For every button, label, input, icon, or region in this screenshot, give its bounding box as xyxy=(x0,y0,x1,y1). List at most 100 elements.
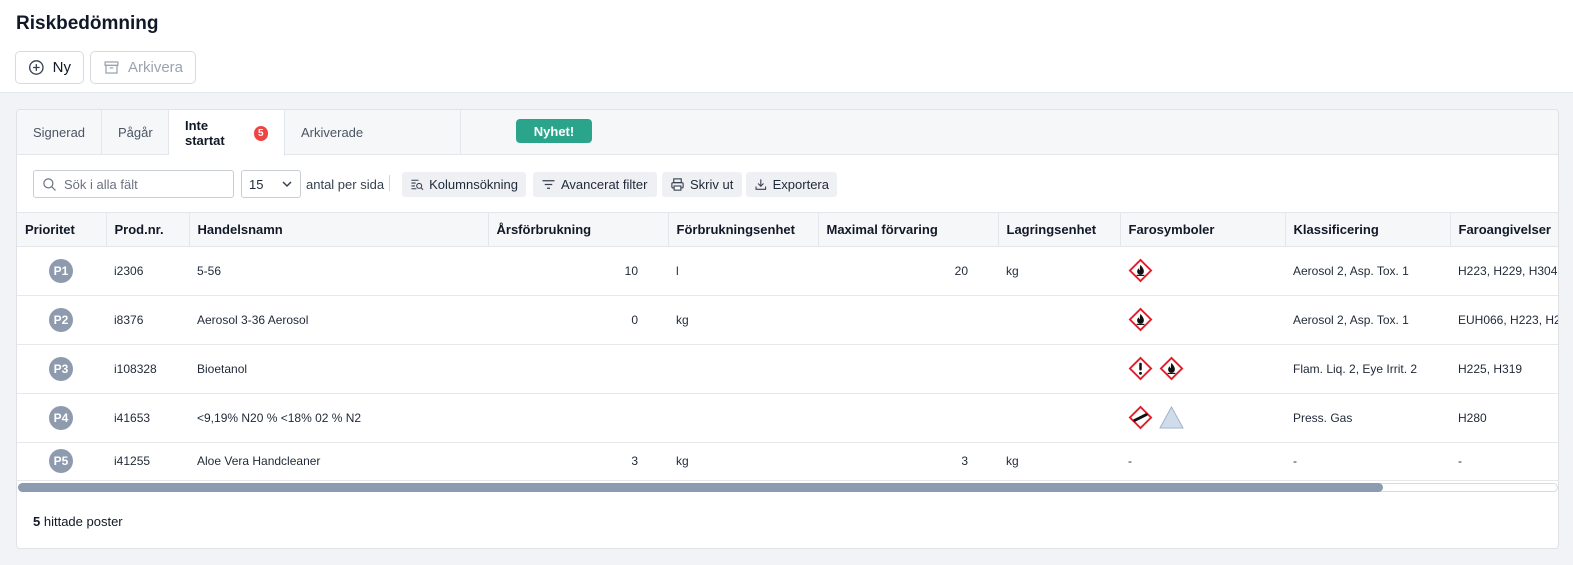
tab-inte-startat[interactable]: Inte startat 5 xyxy=(169,110,285,156)
annual-consumption: 3 xyxy=(631,454,638,469)
priority-badge: P5 xyxy=(49,449,73,474)
column-header[interactable]: Årsförbrukning xyxy=(488,213,669,247)
classification: Aerosol 2, Asp. Tox. 1 xyxy=(1285,295,1450,345)
scrollbar-thumb[interactable] xyxy=(18,483,1383,492)
max-storage xyxy=(818,393,998,443)
product-number: i108328 xyxy=(106,344,189,394)
hazard-statements: H223, H229, H304, xyxy=(1450,246,1558,296)
table-row[interactable]: P1 i2306 5-56 10 l 20 kg Aerosol 2, Asp.… xyxy=(17,246,1558,296)
archive-button[interactable]: Arkivera xyxy=(90,51,196,84)
column-header[interactable]: Klassificering xyxy=(1285,213,1451,247)
tab-arkiverade[interactable]: Arkiverade xyxy=(285,110,461,155)
product-number: i2306 xyxy=(106,246,189,296)
advanced-filter-button[interactable]: Avancerat filter xyxy=(533,172,657,197)
tab-label: Pågår xyxy=(118,125,153,140)
triangle-warning-icon xyxy=(1159,405,1185,429)
max-storage xyxy=(818,295,998,345)
search-input[interactable] xyxy=(64,176,224,192)
archive-button-label: Arkivera xyxy=(127,59,183,76)
column-header[interactable]: Prod.nr. xyxy=(106,213,190,247)
max-storage: 20 xyxy=(818,246,998,296)
chevron-down-icon xyxy=(282,181,292,188)
tab-label: Arkiverade xyxy=(301,125,364,140)
flame-hazard-icon xyxy=(1128,307,1153,332)
classification: - xyxy=(1293,454,1297,469)
storage-unit: kg xyxy=(1006,454,1019,469)
table-row[interactable]: P4 i41653 <9,19% N20 % <18% 02 % N2 Pres… xyxy=(17,393,1558,443)
consumption-unit: kg xyxy=(668,295,818,345)
column-header[interactable]: Farosymboler xyxy=(1120,213,1286,247)
exclamation-hazard-icon xyxy=(1128,356,1153,381)
results-label: hittade poster xyxy=(43,514,123,529)
trade-name: Bioetanol xyxy=(189,344,488,394)
hazard-symbols xyxy=(1120,344,1285,394)
trade-name: 5-56 xyxy=(189,246,488,296)
column-search-button[interactable]: Kolumnsökning xyxy=(402,172,526,197)
horizontal-scrollbar[interactable] xyxy=(17,480,1558,492)
tab-bar: Signerad Pågår Inte startat 5 Arkiverade … xyxy=(17,110,1558,156)
advanced-filter-label: Avancerat filter xyxy=(561,177,648,192)
flame-hazard-icon xyxy=(1159,356,1184,381)
table-row[interactable]: P5 i41255 Aloe Vera Handcleaner 3 kg 3 k… xyxy=(17,442,1558,480)
per-page-select[interactable]: 15 xyxy=(241,170,301,198)
priority-badge: P1 xyxy=(49,258,73,283)
new-button[interactable]: Ny xyxy=(15,51,84,84)
column-header[interactable]: Faroangivelser xyxy=(1450,213,1558,247)
hazard-statements: EUH066, H223, H2 xyxy=(1450,295,1558,345)
hazard-symbols xyxy=(1120,246,1285,296)
table-header-row: Prioritet Prod.nr. Handelsnamn Årsförbru… xyxy=(17,213,1558,247)
storage-unit xyxy=(998,344,1120,394)
annual-consumption xyxy=(488,344,668,394)
hazard-symbols xyxy=(1120,393,1285,443)
tab-label: Inte startat xyxy=(185,118,225,148)
export-label: Exportera xyxy=(772,177,829,192)
count-badge: 5 xyxy=(253,125,268,141)
results-count: 5 xyxy=(33,514,41,529)
toolbar-divider xyxy=(389,175,390,191)
plus-circle-icon xyxy=(28,60,44,75)
news-button[interactable]: Nyhet! xyxy=(516,119,592,143)
table-row[interactable]: P2 i8376 Aerosol 3-36 Aerosol 0 kg Aeros… xyxy=(17,295,1558,345)
column-header[interactable]: Maximal förvaring xyxy=(818,213,999,247)
search-icon xyxy=(43,177,56,191)
classification: Press. Gas xyxy=(1285,393,1450,443)
tab-signerad[interactable]: Signerad xyxy=(17,110,102,155)
storage-unit xyxy=(998,295,1120,345)
classification: Flam. Liq. 2, Eye Irrit. 2 xyxy=(1285,344,1450,394)
column-header[interactable]: Handelsnamn xyxy=(189,213,489,247)
print-label: Skriv ut xyxy=(690,177,734,192)
annual-consumption: 0 xyxy=(488,295,668,345)
print-button[interactable]: Skriv ut xyxy=(662,172,742,197)
gas-cylinder-hazard-icon xyxy=(1128,405,1153,430)
new-button-label: Ny xyxy=(52,59,71,76)
column-header[interactable]: Prioritet xyxy=(17,213,107,247)
tab-label: Signerad xyxy=(33,125,86,140)
hazard-symbols xyxy=(1120,295,1285,345)
priority-badge: P3 xyxy=(49,356,73,381)
filter-icon xyxy=(542,180,555,189)
search-field[interactable] xyxy=(33,170,234,198)
consumption-unit xyxy=(668,344,818,394)
hazard-statements: H280 xyxy=(1450,393,1558,443)
tab-pagar[interactable]: Pågår xyxy=(102,110,169,155)
results-footer: 5 hittade poster xyxy=(33,514,123,529)
per-page-label: antal per sida xyxy=(306,177,385,192)
annual-consumption: 10 xyxy=(488,246,668,296)
consumption-unit: l xyxy=(668,246,818,296)
hazard-symbols: - xyxy=(1128,454,1132,469)
page-title: Riskbedömning xyxy=(16,13,159,34)
table-row[interactable]: P3 i108328 Bioetanol Flam. Liq. 2, Eye I… xyxy=(17,344,1558,394)
storage-unit: kg xyxy=(998,246,1120,296)
classification: Aerosol 2, Asp. Tox. 1 xyxy=(1285,246,1450,296)
annual-consumption xyxy=(488,393,668,443)
table-toolbar: 15 antal per sida Kolumnsökning Avancera… xyxy=(17,155,1558,213)
column-search-label: Kolumnsökning xyxy=(429,177,518,192)
hazard-statements: H225, H319 xyxy=(1450,344,1558,394)
trade-name: Aerosol 3-36 Aerosol xyxy=(189,295,488,345)
consumption-unit xyxy=(668,393,818,443)
export-button[interactable]: Exportera xyxy=(746,172,837,197)
product-number: i41255 xyxy=(114,454,151,469)
risk-assessment-panel: Signerad Pågår Inte startat 5 Arkiverade … xyxy=(16,109,1559,549)
column-header[interactable]: Förbrukningsenhet xyxy=(668,213,819,247)
column-header[interactable]: Lagringsenhet xyxy=(998,213,1121,247)
